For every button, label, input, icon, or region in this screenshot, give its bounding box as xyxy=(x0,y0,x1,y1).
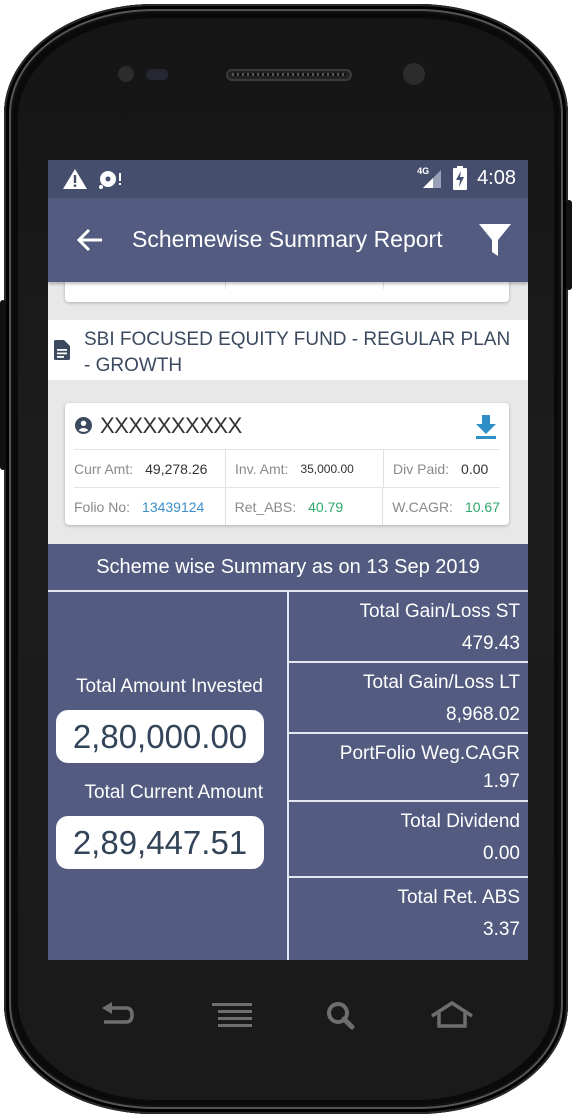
metric-total-dividend: Total Dividend 0.00 xyxy=(289,802,528,878)
wcagr-value: 10.67 xyxy=(464,498,500,515)
scheme-name: SBI FOCUSED EQUITY FUND - REGULAR PLAN -… xyxy=(84,329,511,376)
metric-label: Total Dividend xyxy=(400,811,520,832)
inv-amt-value: 35,000.00 xyxy=(300,461,354,476)
metric-label: Total Ret. ABS xyxy=(397,887,520,908)
warning-icon xyxy=(63,169,87,189)
div-paid-label: Div Paid: xyxy=(393,460,450,477)
investor-card[interactable]: XXXXXXXXXX Curr Amt: 49,278.26 Inv. Amt: 3… xyxy=(65,403,509,525)
back-icon[interactable] xyxy=(96,998,140,1034)
curr-amt-value: 49,278.26 xyxy=(145,460,208,477)
metric-label: Total Gain/Loss ST xyxy=(359,601,520,622)
front-camera xyxy=(403,63,425,85)
power-button xyxy=(566,200,572,290)
metric-value: 0.00 xyxy=(483,843,520,864)
folio-value: 13439124 xyxy=(142,498,205,515)
app-bar: Schemewise Summary Report xyxy=(48,198,528,282)
metric-portfolio-cagr: PortFolio Weg.CAGR 1.97 xyxy=(289,734,528,802)
battery-charging-icon xyxy=(453,166,468,190)
curr-amt-label: Curr Amt: xyxy=(74,460,134,477)
investor-name: XXXXXXXXXX xyxy=(100,413,242,438)
total-invested-value: 2,80,000.00 xyxy=(56,710,264,763)
ret-abs-value: 40.79 xyxy=(308,498,344,515)
metric-value: 3.37 xyxy=(483,919,520,940)
status-clock: 4:08 xyxy=(477,166,516,189)
metric-gain-loss-st: Total Gain/Loss ST 479.43 xyxy=(289,592,528,663)
ret-abs-label: Ret_ABS: xyxy=(234,498,297,515)
light-sensor xyxy=(146,69,168,80)
returns-row: Folio No: 13439124 Ret_ABS: 40.79 W.CAGR: 1… xyxy=(74,487,500,525)
search-icon[interactable] xyxy=(320,998,364,1034)
disc-alert-icon xyxy=(99,171,121,189)
metric-value: 1.97 xyxy=(483,771,520,792)
document-icon xyxy=(54,340,70,360)
metric-value: 8,968.02 xyxy=(446,704,520,725)
summary-metrics: Total Gain/Loss ST 479.43 Total Gain/Loss… xyxy=(289,592,528,960)
total-invested-label: Total Amount Invested xyxy=(76,676,263,697)
proximity-sensor xyxy=(118,66,134,82)
screen: 4G 4:08 Schemewise Summary Report Folio … xyxy=(48,160,528,960)
arrow-left-icon[interactable] xyxy=(74,224,106,256)
total-current-value: 2,89,447.51 xyxy=(56,816,264,869)
page-title: Schemewise Summary Report xyxy=(132,226,443,252)
summary-panel: Scheme wise Summary as on 13 Sep 2019 To… xyxy=(48,544,528,960)
wcagr-label: W.CAGR: xyxy=(392,498,453,515)
home-icon[interactable] xyxy=(430,998,474,1034)
scheme-header: SBI FOCUSED EQUITY FUND - REGULAR PLAN -… xyxy=(48,320,528,380)
inv-amt-label: Inv. Amt: xyxy=(235,460,289,477)
summary-totals: Total Amount Invested 2,80,000.00 Total … xyxy=(48,592,289,960)
folio-label: Folio No: xyxy=(74,498,131,515)
status-bar: 4G 4:08 xyxy=(48,160,528,198)
total-current-label: Total Current Amount xyxy=(84,782,263,803)
account-circle-icon xyxy=(75,417,92,434)
metric-label: Total Gain/Loss LT xyxy=(362,672,520,693)
earpiece-speaker xyxy=(226,69,352,81)
hardware-nav-bar xyxy=(48,980,528,1050)
volume-button xyxy=(0,300,6,470)
metric-label: PortFolio Weg.CAGR xyxy=(339,743,520,764)
menu-icon[interactable] xyxy=(210,998,254,1034)
metric-gain-loss-lt: Total Gain/Loss LT 8,968.02 xyxy=(289,663,528,734)
metric-total-ret-abs: Total Ret. ABS 3.37 xyxy=(289,878,528,948)
summary-heading: Scheme wise Summary as on 13 Sep 2019 xyxy=(48,544,528,592)
amounts-row: Curr Amt: 49,278.26 Inv. Amt: 35,000.00 Di… xyxy=(74,449,500,487)
report-content[interactable]: Folio No:4475892/34 Ret_ABS:2.54 W.CAGR:… xyxy=(48,252,528,960)
metric-value: 479.43 xyxy=(461,633,520,654)
div-paid-value: 0.00 xyxy=(461,460,489,477)
signal-4g-icon: 4G xyxy=(417,166,443,190)
filter-icon[interactable] xyxy=(478,222,512,258)
download-icon[interactable] xyxy=(475,415,497,439)
